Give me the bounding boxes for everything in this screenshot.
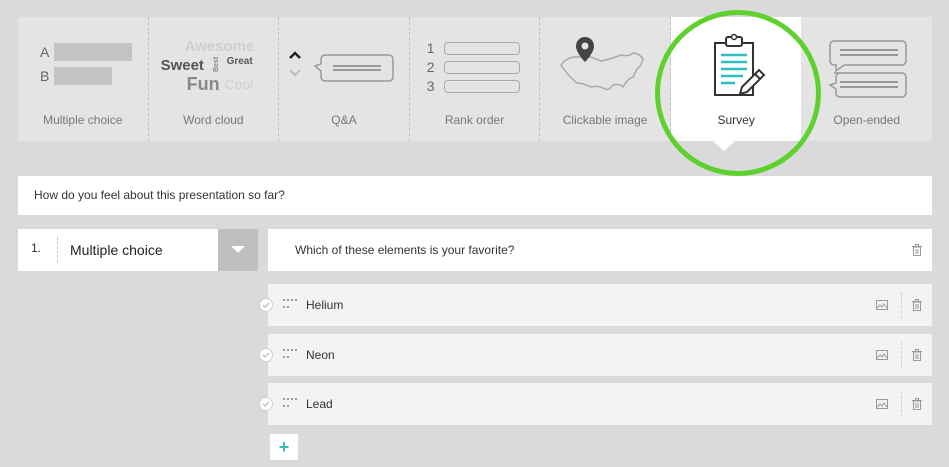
wc-word: Fun (186, 74, 220, 94)
chevron-up-icon (289, 51, 302, 59)
rank-number: 2 (426, 59, 435, 75)
mc-bar (54, 67, 112, 85)
type-label: Q&A (331, 113, 357, 127)
qa-illustration (289, 45, 401, 95)
plus-icon: + (278, 436, 290, 457)
drag-handle-icon[interactable] (283, 349, 297, 361)
type-label: Open-ended (833, 113, 901, 127)
speech-bubble-icon (313, 54, 394, 82)
type-rank-order[interactable]: 1 2 3 Rank order (410, 17, 541, 141)
type-open-ended[interactable]: Open-ended (801, 17, 932, 141)
option-row[interactable]: Helium (259, 284, 932, 326)
type-label: Multiple choice (43, 113, 123, 127)
drag-handle-icon[interactable] (283, 299, 297, 311)
image-icon[interactable] (862, 342, 902, 368)
item-type-label: Multiple choice (70, 242, 163, 258)
check-icon[interactable] (259, 348, 273, 362)
type-survey[interactable]: Survey (670, 17, 802, 141)
rank-number: 3 (426, 78, 435, 94)
check-icon[interactable] (259, 397, 273, 411)
word-cloud-illustration: Awesome Sweet Best Great Fun Cool (161, 35, 268, 105)
trash-icon[interactable] (902, 299, 932, 311)
type-label: Word cloud (183, 113, 244, 127)
option-label[interactable]: Neon (306, 348, 862, 362)
question-type-bar: A B Multiple choice Awesome Sweet Best G… (18, 17, 932, 141)
wc-word: Sweet (160, 57, 204, 74)
selected-pointer (712, 140, 736, 151)
drag-handle-icon[interactable] (283, 398, 297, 410)
type-clickable-image[interactable]: Clickable image (540, 17, 671, 141)
trash-icon[interactable] (902, 244, 932, 256)
option-row[interactable]: Neon (259, 334, 932, 376)
wc-word: Best (212, 56, 220, 72)
option-label[interactable]: Lead (306, 397, 862, 411)
mc-letter-b: B (40, 68, 50, 84)
type-label: Survey (717, 113, 755, 127)
mc-letter-a: A (40, 44, 50, 60)
check-icon[interactable] (259, 298, 273, 312)
map-pin-icon (576, 37, 595, 62)
question-field[interactable]: Which of these elements is your favorite… (268, 229, 932, 271)
wc-word: Great (226, 56, 253, 67)
option-row[interactable]: Lead (259, 383, 932, 425)
type-word-cloud[interactable]: Awesome Sweet Best Great Fun Cool Word c… (149, 17, 280, 141)
item-type-select[interactable]: 1. Multiple choice (18, 229, 258, 271)
trash-icon[interactable] (902, 349, 932, 361)
rank-order-illustration: 1 2 3 (427, 39, 520, 96)
mc-bar (54, 43, 132, 61)
wc-word: Cool (224, 76, 254, 92)
clipboard-pencil-icon (711, 31, 767, 108)
question-text: Which of these elements is your favorite… (295, 243, 515, 257)
multiple-choice-illustration: A B (40, 43, 132, 91)
speech-bubbles-icon (828, 39, 908, 108)
image-icon[interactable] (862, 391, 902, 417)
rank-box (443, 41, 520, 55)
trash-icon[interactable] (902, 398, 932, 410)
item-number: 1. (18, 237, 58, 263)
rank-box (443, 60, 520, 74)
rank-number: 1 (426, 40, 435, 56)
option-label[interactable]: Helium (306, 298, 862, 312)
image-icon[interactable] (862, 292, 902, 318)
type-label: Rank order (444, 113, 505, 127)
add-option-button[interactable]: + (270, 434, 298, 460)
type-label: Clickable image (562, 113, 648, 127)
clickable-image-illustration (555, 35, 655, 112)
rank-box (443, 79, 520, 93)
chevron-down-icon (289, 69, 301, 77)
caret-down-icon[interactable] (218, 229, 258, 271)
question-title-field[interactable]: How do you feel about this presentation … (18, 176, 932, 215)
wc-word: Awesome (184, 38, 255, 55)
type-qa[interactable]: Q&A (279, 17, 410, 141)
type-multiple-choice[interactable]: A B Multiple choice (18, 17, 149, 141)
